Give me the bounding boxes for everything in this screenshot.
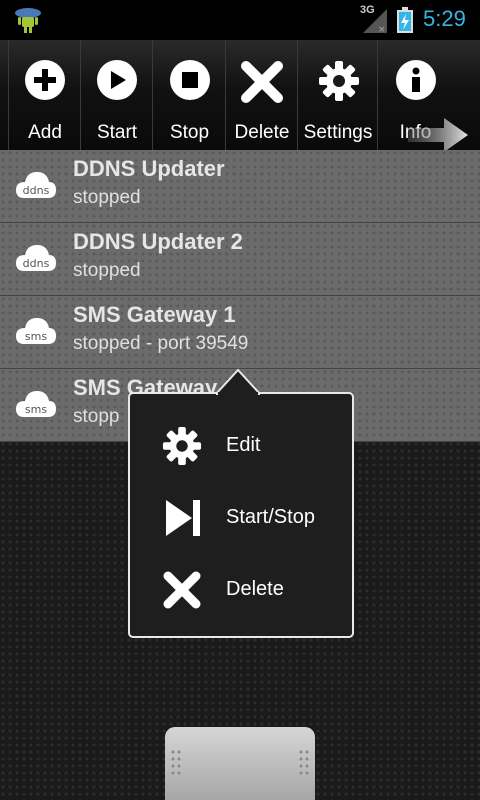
stop-button[interactable]: Stop	[152, 40, 226, 150]
drawer-handle[interactable]	[165, 727, 315, 800]
action-toolbar: Add Start Stop Delete Settings	[0, 40, 480, 154]
add-icon	[25, 60, 65, 100]
ddns-cloud-icon: ddns	[16, 245, 56, 271]
clock: 5:29	[423, 6, 466, 31]
battery-charging-icon	[397, 7, 413, 33]
delete-label: Delete	[234, 122, 290, 143]
svg-text:sms: sms	[25, 330, 47, 343]
add-button[interactable]: Add	[8, 40, 81, 150]
arrow-right-icon[interactable]	[408, 116, 470, 154]
start-button[interactable]: Start	[80, 40, 153, 150]
menu-item-start-stop[interactable]: Start/Stop	[130, 486, 352, 546]
stop-icon	[170, 60, 210, 100]
settings-label: Settings	[303, 122, 373, 143]
svg-text:ddns: ddns	[23, 184, 50, 197]
svg-text:ddns: ddns	[23, 257, 50, 270]
info-icon	[396, 60, 436, 100]
list-item[interactable]: sms SMS Gateway 1 stopped - port 39549	[0, 296, 480, 369]
android-notification-icon	[15, 8, 41, 33]
list-item[interactable]: ddns DDNS Updater 2 stopped	[0, 223, 480, 296]
service-title: DDNS Updater	[73, 156, 225, 181]
menu-pointer	[216, 368, 260, 396]
grip-dots-icon	[299, 750, 309, 775]
menu-item-delete[interactable]: Delete	[130, 558, 352, 618]
menu-item-label: Edit	[226, 434, 261, 456]
skip-next-icon	[166, 500, 200, 536]
service-title: DDNS Updater 2	[73, 229, 243, 254]
list-item[interactable]: ddns DDNS Updater stopped	[0, 150, 480, 223]
service-status: stopp	[73, 406, 120, 427]
signal-icon: 3G ×	[360, 4, 388, 34]
sms-cloud-icon: sms	[16, 318, 56, 344]
svg-text:sms: sms	[25, 403, 47, 416]
gear-icon	[162, 426, 202, 466]
menu-item-label: Delete	[226, 578, 284, 600]
menu-item-label: Start/Stop	[226, 506, 315, 528]
delete-x-icon	[163, 571, 201, 609]
play-icon	[97, 60, 137, 100]
service-status: stopped	[73, 260, 141, 281]
sms-cloud-icon: sms	[16, 391, 56, 417]
service-status: stopped - port 39549	[73, 333, 249, 354]
add-label: Add	[28, 122, 62, 143]
settings-button[interactable]: Settings	[297, 40, 378, 150]
stop-label: Stop	[169, 122, 210, 143]
ddns-cloud-icon: ddns	[16, 172, 56, 198]
context-menu: Edit Start/Stop Delete	[128, 392, 354, 638]
svg-text:×: ×	[378, 25, 386, 34]
service-status: stopped	[73, 187, 141, 208]
status-bar: 3G × 5:29	[0, 0, 480, 40]
delete-button[interactable]: Delete	[225, 40, 298, 150]
service-title: SMS Gateway 1	[73, 302, 236, 327]
start-label: Start	[96, 122, 138, 143]
grip-dots-icon	[171, 750, 181, 775]
gear-icon	[319, 61, 359, 101]
menu-item-edit[interactable]: Edit	[130, 414, 352, 474]
delete-x-icon	[241, 61, 283, 103]
